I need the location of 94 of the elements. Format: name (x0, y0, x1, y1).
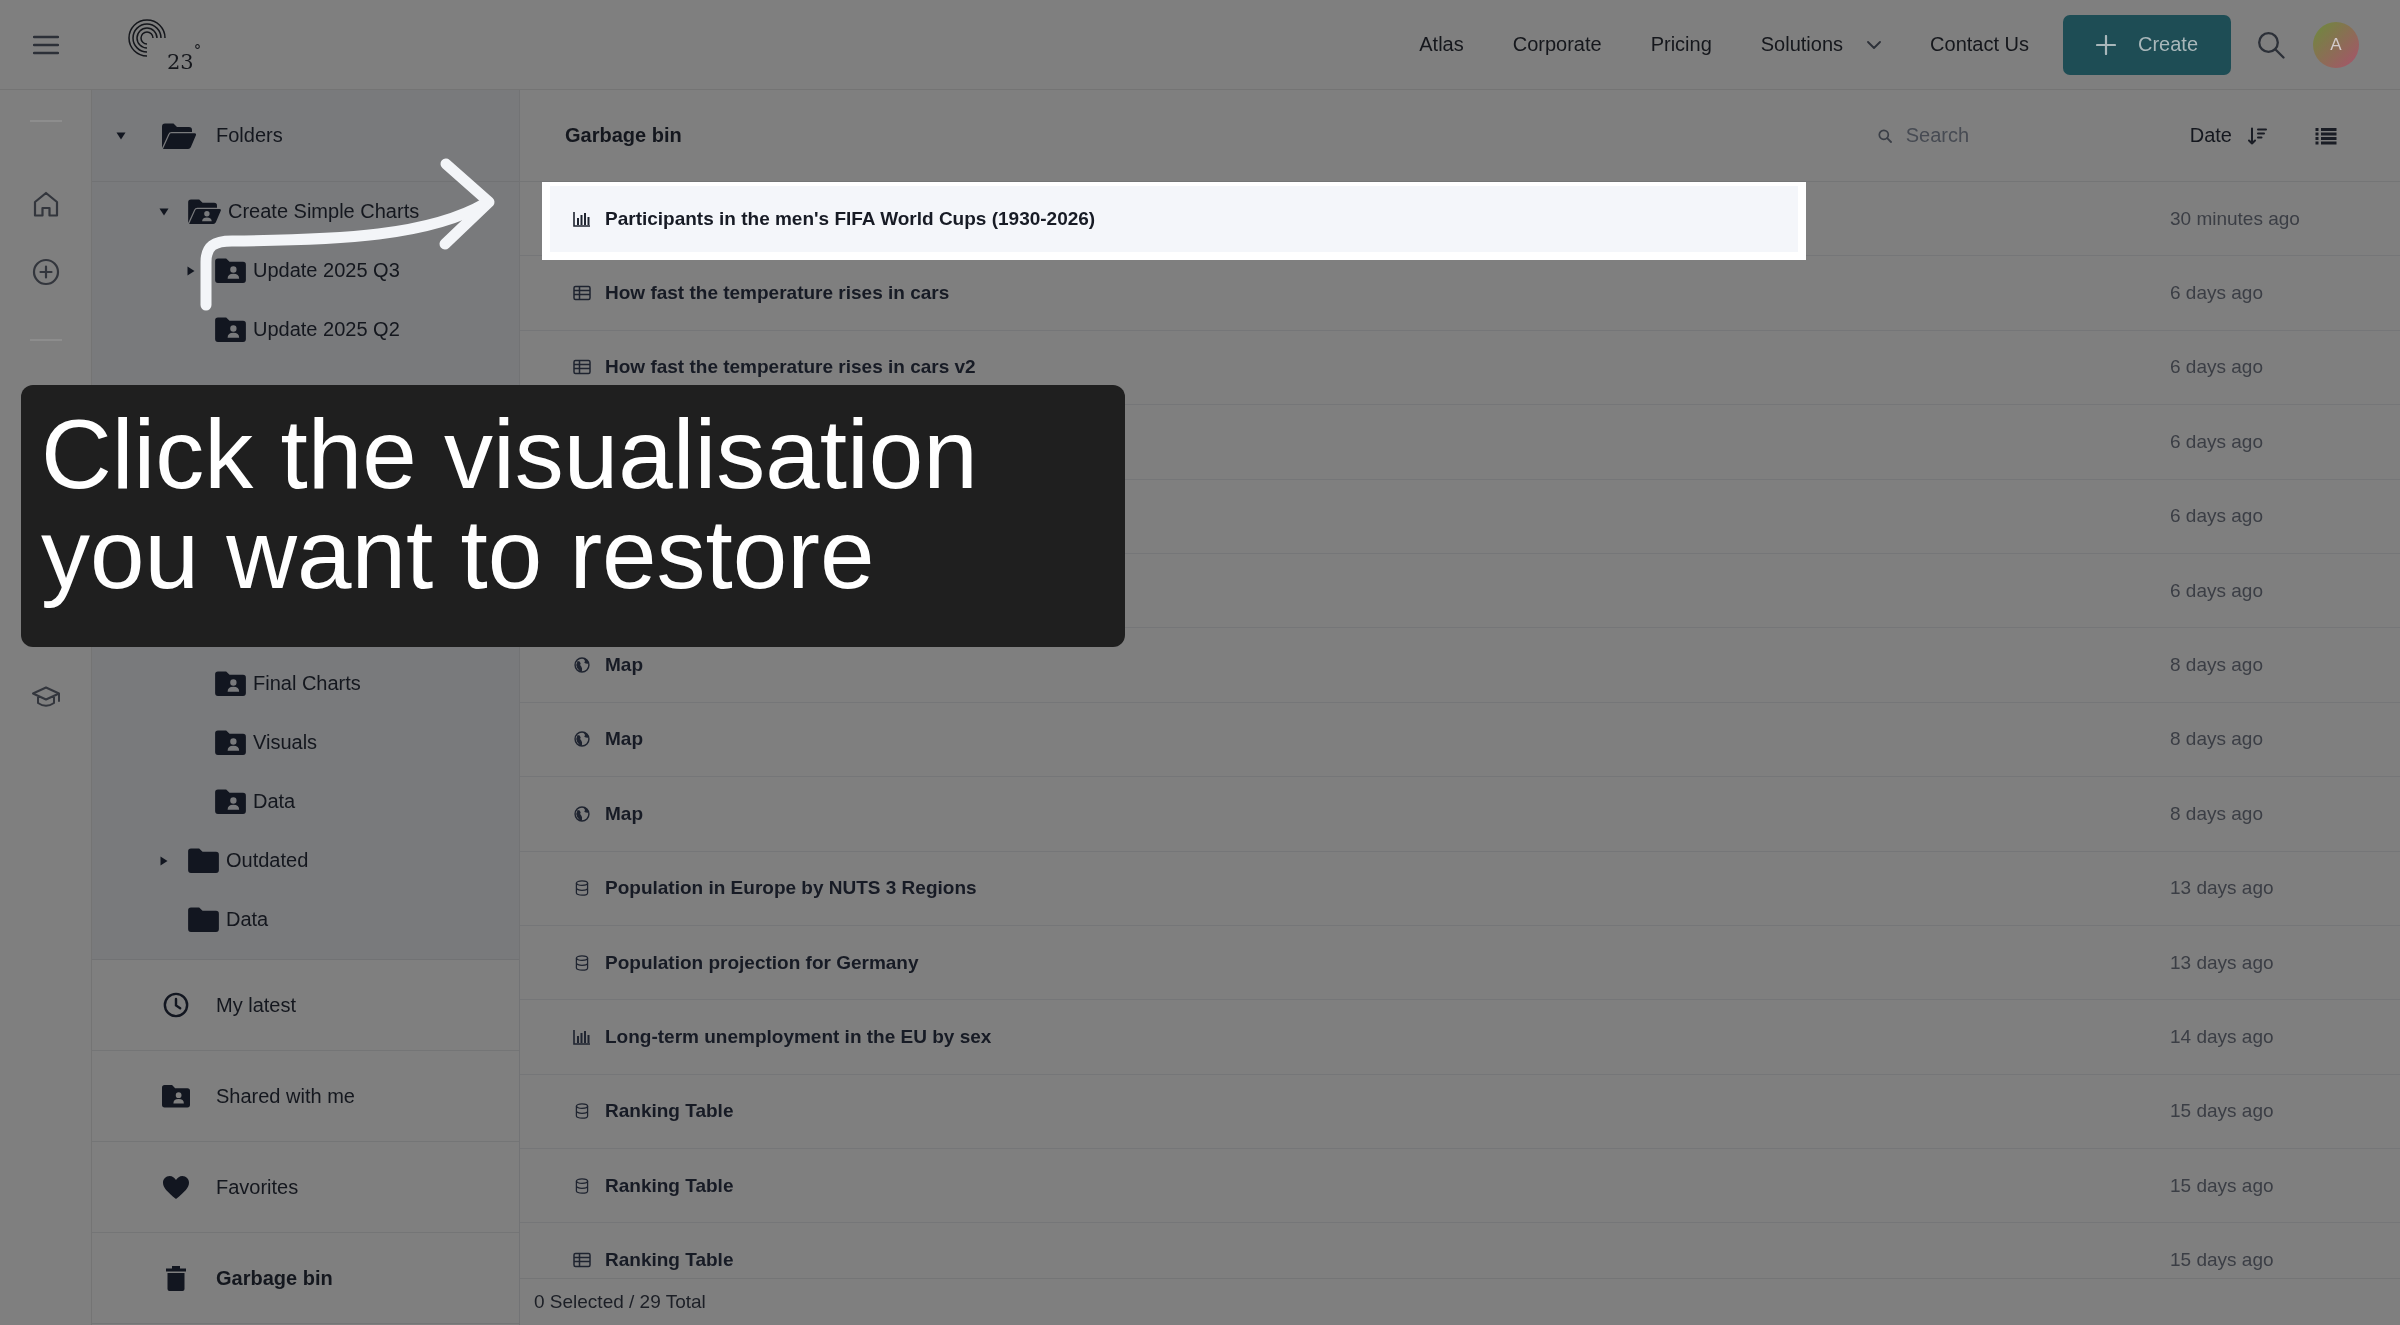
folder-name[interactable]: Data (253, 790, 296, 813)
item-title[interactable]: Map (605, 654, 643, 677)
globe-icon (573, 805, 591, 822)
folder-name[interactable]: Update 2025 Q2 (253, 318, 400, 341)
trash-icon (165, 1265, 187, 1291)
person-folder-icon (215, 730, 246, 755)
item-title[interactable]: How fast the temperature rises in cars v2 (605, 356, 976, 379)
list-view-icon[interactable] (2315, 126, 2337, 145)
tutorial-caption: Click the visualisation you want to restore (21, 385, 1125, 647)
search-icon[interactable] (2257, 30, 2285, 59)
item-title[interactable]: Participants in the men's FIFA World Cups (1930-2026) (605, 207, 1096, 230)
item-date: 15 days ago (2170, 1100, 2275, 1123)
menu-icon[interactable] (33, 34, 59, 55)
folder-name[interactable]: Visuals (253, 731, 318, 754)
folders-heading[interactable]: Folders (216, 124, 283, 147)
graduation-cap-icon[interactable] (30, 684, 61, 710)
table-icon (573, 285, 591, 302)
nav-link[interactable]: Atlas (1419, 33, 1464, 56)
item-date: 6 days ago (2170, 505, 2264, 528)
sidebar-link[interactable]: My latest (216, 993, 297, 1017)
folder-icon (188, 907, 219, 932)
person-folder-icon (215, 258, 246, 283)
clock-icon (162, 992, 190, 1018)
item-date: 8 days ago (2170, 728, 2264, 751)
search-field[interactable]: Search (1905, 120, 2106, 151)
folder-icon (188, 848, 219, 873)
logo-text[interactable]: 23$^{°}$ (167, 38, 202, 73)
item-date: 14 days ago (2170, 1026, 2275, 1048)
plus-icon (2096, 34, 2116, 55)
item-date: 8 days ago (2170, 654, 2264, 677)
person-folder-icon (188, 199, 221, 224)
item-title[interactable]: Population projection for Germany (605, 951, 919, 974)
database-icon (573, 1177, 591, 1194)
chevron-down-icon[interactable] (1867, 40, 1882, 49)
item-date: 30 minutes ago (2170, 207, 2301, 230)
open-folder-icon (162, 122, 196, 149)
item-date: 6 days ago (2170, 282, 2264, 305)
folder-name[interactable]: Data (226, 908, 269, 931)
search-icon (1877, 128, 1892, 143)
database-icon (573, 954, 591, 971)
nav-link[interactable]: Contact Us (1930, 33, 2029, 56)
item-date: 15 days ago (2170, 1174, 2275, 1197)
sidebar-link[interactable]: Favorites (216, 1175, 299, 1199)
item-title[interactable]: How fast the temperature rises in cars (605, 282, 950, 305)
nav-link[interactable]: Solutions (1760, 33, 1844, 56)
sort-icon (2248, 126, 2267, 145)
caret-right-icon[interactable] (159, 855, 169, 866)
home-icon[interactable] (31, 190, 60, 218)
item-title[interactable]: Map (605, 728, 643, 751)
person-folder-icon (215, 671, 246, 696)
item-title[interactable]: Ranking Table (605, 1174, 734, 1197)
create-button[interactable]: Create (2063, 14, 2231, 75)
item-title[interactable]: Ranking Table (605, 1100, 734, 1123)
sidebar-link[interactable]: Garbage bin (216, 1266, 333, 1290)
page-title: Garbage bin (565, 124, 683, 147)
sort-button[interactable]: Date (2189, 124, 2267, 147)
bar-chart-icon (573, 210, 591, 227)
heart-icon (162, 1174, 190, 1200)
table-icon (573, 1252, 591, 1269)
database-icon (573, 880, 591, 897)
item-title[interactable]: Population in Europe by NUTS 3 Regions (605, 877, 977, 900)
highlight-box[interactable]: Participants in the men's FIFA World Cups (1930-2026) (542, 182, 1806, 260)
folder-name[interactable]: Create Simple Charts (228, 200, 420, 223)
item-date: 13 days ago (2170, 951, 2275, 974)
caret-down-icon[interactable] (159, 206, 169, 217)
person-folder-icon (215, 317, 246, 342)
item-date: 6 days ago (2170, 579, 2264, 602)
person-folder-icon (162, 1083, 190, 1109)
folder-name[interactable]: Final Charts (253, 672, 361, 695)
sidebar-link[interactable]: Shared with me (216, 1084, 355, 1108)
item-date: 6 days ago (2170, 430, 2264, 453)
avatar-button[interactable]: A (2313, 21, 2359, 68)
logo-icon[interactable] (125, 16, 167, 59)
item-title[interactable]: Ranking Table (605, 1249, 734, 1272)
caret-down-icon[interactable] (116, 130, 126, 141)
folder-name[interactable]: Update 2025 Q3 (253, 259, 400, 282)
item-date: 13 days ago (2170, 877, 2275, 900)
nav-link[interactable]: Pricing (1650, 33, 1712, 56)
plus-circle-icon[interactable] (31, 258, 60, 286)
item-title[interactable]: Map (605, 802, 643, 825)
folder-name[interactable]: Outdated (226, 849, 309, 872)
caret-right-icon[interactable] (186, 265, 196, 276)
person-folder-icon (215, 789, 246, 814)
nav-link[interactable]: Corporate (1512, 33, 1602, 56)
globe-icon (573, 657, 591, 674)
item-title[interactable]: Long-term unemployment in the EU by sex (605, 1026, 992, 1048)
item-date: 6 days ago (2170, 356, 2264, 379)
table-icon (573, 359, 591, 376)
item-date: 15 days ago (2170, 1249, 2275, 1272)
database-icon (573, 1103, 591, 1120)
bar-chart-icon (573, 1029, 591, 1045)
item-date: 8 days ago (2170, 802, 2264, 825)
selection-count: 0 Selected / 29 Total (534, 1291, 706, 1313)
globe-icon (573, 731, 591, 748)
